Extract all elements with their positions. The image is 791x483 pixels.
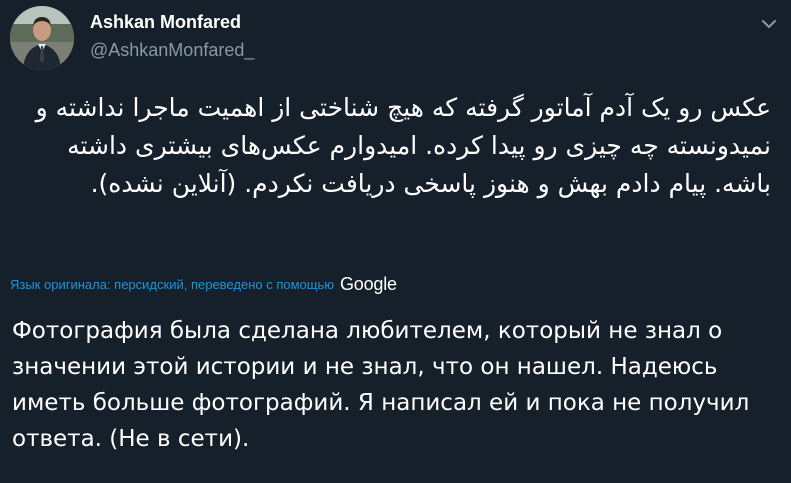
tweet-translated-text: Фотография была сделана любителем, котор… bbox=[12, 318, 750, 452]
translation-note-link[interactable]: Язык оригинала: персидский, переведено с… bbox=[10, 277, 334, 292]
author-name[interactable]: Ashkan Monfared bbox=[90, 12, 241, 33]
translation-attribution: Язык оригинала: персидский, переведено с… bbox=[10, 274, 397, 295]
avatar[interactable] bbox=[10, 6, 74, 70]
chevron-down-icon[interactable] bbox=[757, 12, 781, 36]
author-handle[interactable]: @AshkanMonfared_ bbox=[90, 40, 254, 61]
google-logo: Google bbox=[339, 274, 397, 294]
tweet-original-text: عکس رو یک آدم آماتور گرفته که هیچ شناختی… bbox=[35, 93, 771, 198]
avatar-photo bbox=[10, 6, 74, 70]
tweet-card: Ashkan Monfared @AshkanMonfared_ عکس رو … bbox=[0, 0, 791, 483]
